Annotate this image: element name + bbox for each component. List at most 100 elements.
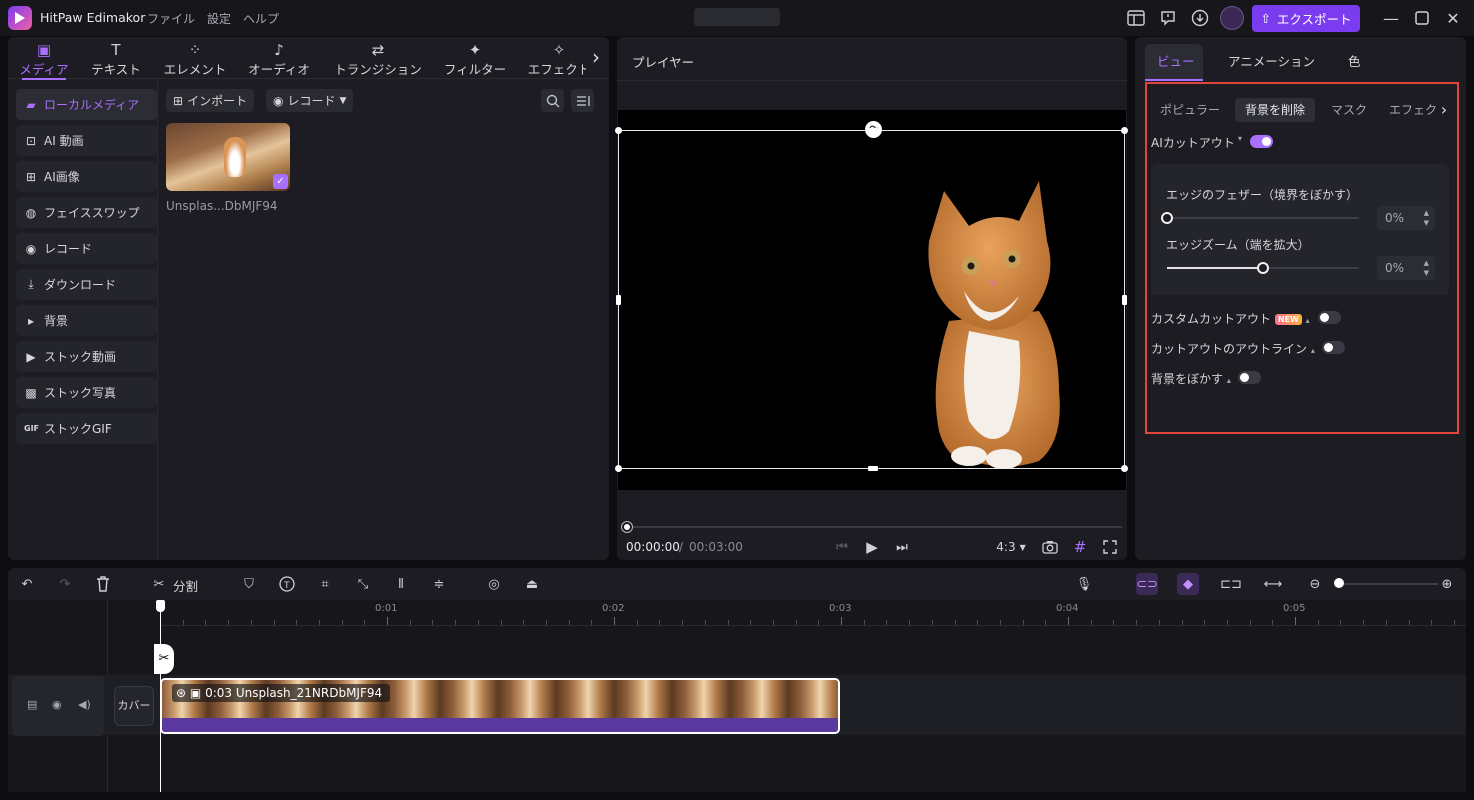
user-avatar[interactable] <box>1220 6 1244 30</box>
outline-toggle[interactable] <box>1322 341 1345 354</box>
selection-box[interactable]: ⟳ <box>615 121 1128 472</box>
split-clip-icon[interactable]: ⊏⊐ <box>1220 573 1242 595</box>
scissors-icon[interactable]: ✂ <box>148 573 170 595</box>
flip-icon[interactable]: ⫴ <box>390 573 412 595</box>
tab-media[interactable]: ▣ メディア <box>14 41 74 80</box>
sort-icon[interactable] <box>571 89 594 112</box>
minimize-icon[interactable]: — <box>1380 7 1402 29</box>
delete-icon[interactable] <box>92 573 114 595</box>
feedback-icon[interactable] <box>1157 7 1179 29</box>
grid-icon[interactable]: # <box>1071 537 1089 557</box>
tab-audio[interactable]: ♪ オーディオ <box>242 41 316 79</box>
crop-icon[interactable]: ⌗ <box>314 573 336 595</box>
tab-element[interactable]: ⁘ エレメント <box>158 41 232 79</box>
resize-icon[interactable]: ⤡ <box>352 573 374 595</box>
playback-progress-bar[interactable] <box>622 522 1122 532</box>
subtab-mask[interactable]: マスク <box>1321 98 1377 122</box>
tab-animation[interactable]: アニメーション <box>1228 51 1315 70</box>
zoom-in-icon[interactable]: ⊕ <box>1436 573 1458 595</box>
cover-button[interactable]: カバー <box>114 686 154 726</box>
timeline-zoom-slider[interactable] <box>1338 583 1438 585</box>
tab-transition[interactable]: ⇄ トランジション <box>328 41 428 79</box>
subtab-remove-background[interactable]: 背景を削除 <box>1235 98 1316 122</box>
caret-up-icon[interactable]: ▴ <box>1306 316 1310 325</box>
sidebar-item-background[interactable]: ▸ 背景 <box>16 305 157 336</box>
timeline-ruler[interactable]: 0:01 0:02 0:03 0:04 0:05 <box>160 600 1466 626</box>
text-box-icon[interactable]: T <box>276 573 298 595</box>
caret-up-icon[interactable]: ▴ <box>1311 346 1315 355</box>
redo-icon[interactable]: ↷ <box>54 573 76 595</box>
layout-icon[interactable] <box>1125 7 1147 29</box>
microphone-icon[interactable]: 🎙 <box>1073 573 1095 595</box>
menu-settings[interactable]: 設定 <box>207 10 231 27</box>
download-icon[interactable] <box>1189 7 1211 29</box>
tab-text[interactable]: T テキスト <box>84 41 148 79</box>
timeline-zoom-knob[interactable] <box>1334 578 1344 588</box>
blur-background-toggle[interactable] <box>1238 371 1261 384</box>
next-frame-icon[interactable]: ⏭ <box>895 537 909 557</box>
resize-handle-top[interactable] <box>868 128 878 133</box>
play-icon[interactable]: ▶ <box>863 537 881 557</box>
video-clip[interactable]: ⊛ ▣ 0:03 Unsplash_21NRDbMJF94 <box>160 678 840 734</box>
magnet-icon[interactable]: ◆ <box>1177 573 1199 595</box>
chevron-right-icon[interactable]: › <box>1437 98 1451 122</box>
speaker-icon[interactable]: ◀) <box>78 698 91 711</box>
snapshot-icon[interactable] <box>1041 537 1059 557</box>
media-thumbnail[interactable]: ✓ <box>166 123 290 191</box>
link-icon[interactable]: ⊂⊃ <box>1136 573 1158 595</box>
edge-zoom-slider[interactable] <box>1167 262 1359 274</box>
preview-canvas[interactable]: ⟳ <box>615 110 1128 490</box>
chevron-right-icon[interactable]: › <box>586 45 606 71</box>
sidebar-item-stock-gif[interactable]: GIF ストックGIF <box>16 413 157 444</box>
face-icon[interactable]: ◎ <box>483 573 505 595</box>
zoom-out-icon[interactable]: ⊖ <box>1304 573 1326 595</box>
edge-zoom-input[interactable]: 0% ▲ ▼ <box>1377 256 1435 280</box>
menu-help[interactable]: ヘルプ <box>243 10 279 27</box>
tab-view[interactable]: ビュー <box>1157 51 1195 70</box>
film-icon[interactable]: ▤ <box>27 698 37 711</box>
playhead[interactable] <box>160 600 161 792</box>
tab-filter[interactable]: ✦ フィルター <box>440 41 510 79</box>
resize-handle-tl[interactable] <box>615 127 622 134</box>
record-dropdown[interactable]: ◉ レコード ▼ <box>266 89 354 112</box>
caret-down-icon[interactable]: ▾ <box>1238 134 1242 143</box>
undo-icon[interactable]: ↶ <box>16 573 38 595</box>
sidebar-item-ai-image[interactable]: ⊞ AI画像 <box>16 161 157 192</box>
edge-feather-input[interactable]: 0% ▲ ▼ <box>1377 206 1435 230</box>
stepper-arrows-icon[interactable]: ▲ ▼ <box>1424 208 1429 228</box>
sidebar-item-ai-video[interactable]: ⊡ AI 動画 <box>16 125 157 156</box>
export-button[interactable]: ⇧ エクスポート <box>1252 5 1360 32</box>
edge-zoom-knob[interactable] <box>1257 262 1269 274</box>
progress-knob[interactable] <box>622 522 632 532</box>
resize-handle-br[interactable] <box>1121 465 1128 472</box>
playhead-handle[interactable] <box>156 600 165 612</box>
sidebar-item-record[interactable]: ◉ レコード <box>16 233 157 264</box>
stepper-arrows-icon[interactable]: ▲ ▼ <box>1424 258 1429 278</box>
sidebar-item-stock-video[interactable]: ▶ ストック動画 <box>16 341 157 372</box>
edge-feather-slider[interactable] <box>1161 212 1359 224</box>
resize-handle-right[interactable] <box>1122 295 1127 305</box>
resize-handle-tr[interactable] <box>1121 127 1128 134</box>
marker-icon[interactable]: ⛉ <box>238 573 260 595</box>
edge-feather-knob[interactable] <box>1161 212 1173 224</box>
fullscreen-icon[interactable] <box>1101 537 1119 557</box>
maximize-icon[interactable] <box>1411 7 1433 29</box>
split-label[interactable]: 分割 <box>173 576 198 595</box>
caret-up-icon[interactable]: ▴ <box>1227 376 1231 385</box>
close-icon[interactable]: ✕ <box>1442 7 1464 29</box>
previous-frame-icon[interactable]: ⏮ <box>835 537 849 557</box>
resize-handle-left[interactable] <box>616 295 621 305</box>
aspect-ratio-dropdown[interactable]: 4:3 ▼ <box>991 537 1031 557</box>
tab-effect[interactable]: ✧ エフェクト <box>524 41 594 79</box>
ai-cutout-toggle[interactable] <box>1250 135 1273 148</box>
custom-cutout-toggle[interactable] <box>1318 311 1341 324</box>
sidebar-item-face-swap[interactable]: ◍ フェイススワップ <box>16 197 157 228</box>
adjust-icon[interactable]: ≑ <box>428 573 450 595</box>
fit-timeline-icon[interactable]: ⟷ <box>1262 573 1284 595</box>
scissors-icon[interactable]: ✂ <box>154 644 174 674</box>
resize-handle-bottom[interactable] <box>868 466 878 471</box>
export-clip-icon[interactable]: ⏏ <box>521 573 543 595</box>
tab-color[interactable]: 色 <box>1348 51 1361 70</box>
menu-file[interactable]: ファイル <box>147 10 195 27</box>
eye-icon[interactable]: ◉ <box>52 698 62 711</box>
